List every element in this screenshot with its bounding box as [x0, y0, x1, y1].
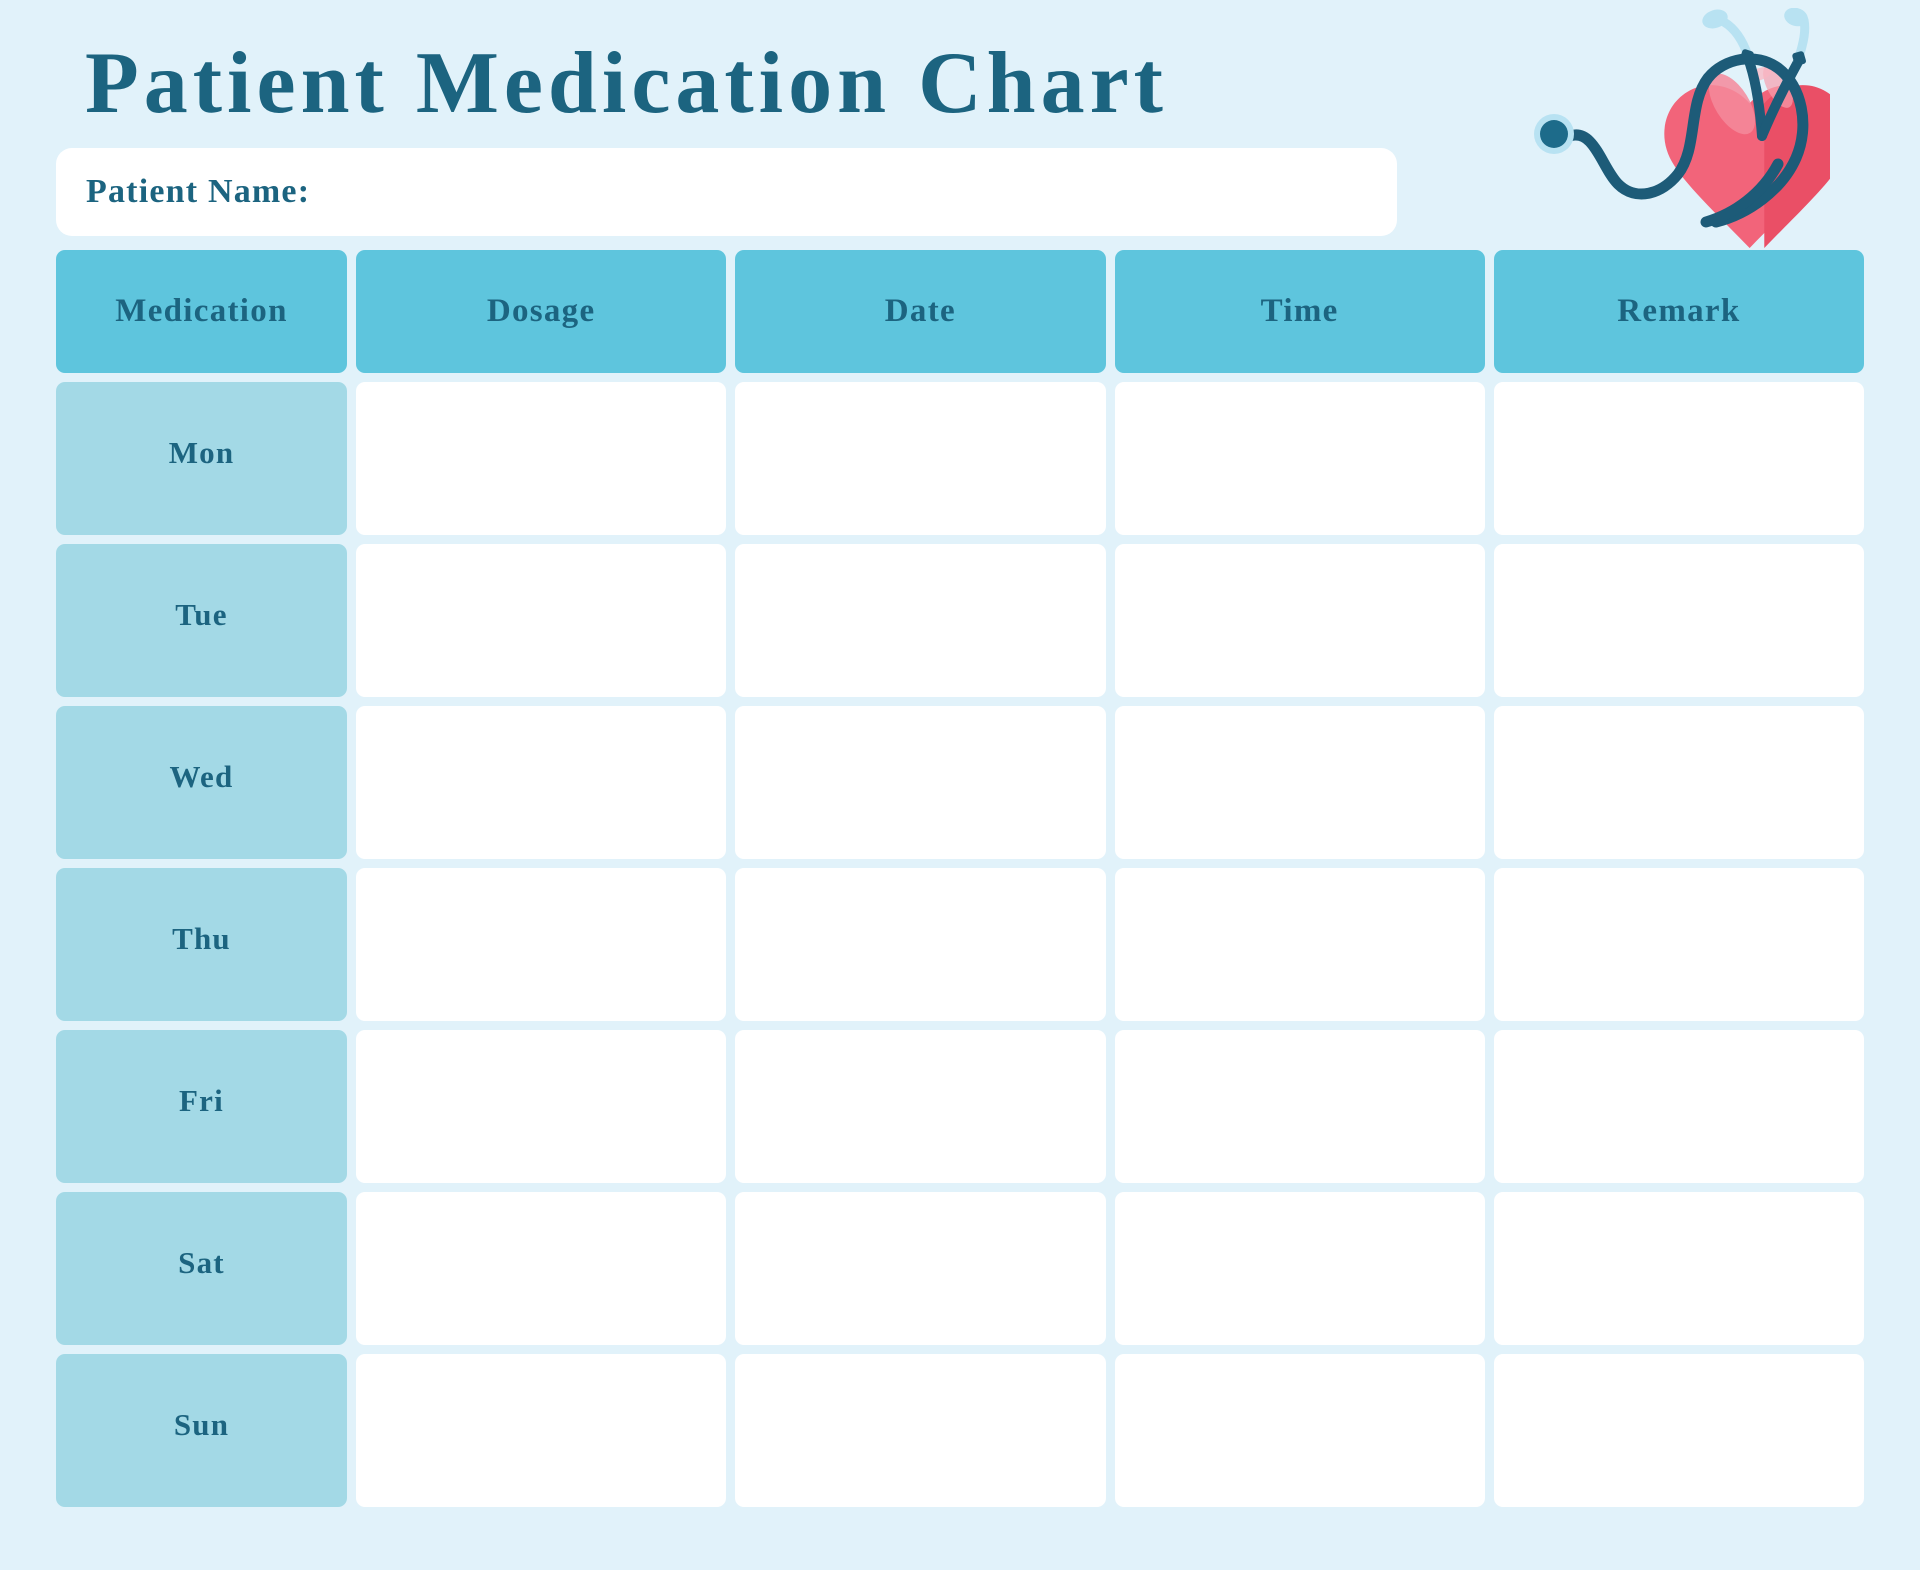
column-header-dosage: Dosage — [356, 250, 727, 373]
date-input-wed[interactable] — [735, 706, 1106, 859]
day-label-cell-tue: Tue — [56, 544, 347, 697]
entry-cell-remark-wed[interactable] — [1493, 706, 1864, 859]
entry-cell-dosage-thu[interactable] — [356, 868, 727, 1021]
day-label: Wed — [169, 758, 234, 794]
entry-cell-remark-thu[interactable] — [1493, 868, 1864, 1021]
medication-table: Medication Dosage Date Time Remark Mon T… — [56, 250, 1864, 1507]
table-row: Tue — [56, 544, 1864, 697]
entry-cell-dosage-fri[interactable] — [356, 1030, 727, 1183]
column-header-label: Dosage — [486, 293, 596, 329]
entry-cell-remark-sat[interactable] — [1493, 1192, 1864, 1345]
entry-cell-dosage-sat[interactable] — [356, 1192, 727, 1345]
remark-input-mon[interactable] — [1493, 382, 1864, 535]
column-header-time: Time — [1114, 250, 1485, 373]
entry-cell-date-wed[interactable] — [735, 706, 1106, 859]
entry-cell-time-tue[interactable] — [1114, 544, 1485, 697]
day-label: Fri — [179, 1082, 224, 1118]
remark-input-sat[interactable] — [1493, 1192, 1864, 1345]
table-row: Sun — [56, 1354, 1864, 1507]
entry-cell-date-tue[interactable] — [735, 544, 1106, 697]
date-input-tue[interactable] — [735, 544, 1106, 697]
entry-cell-date-sun[interactable] — [735, 1354, 1106, 1507]
dosage-input-thu[interactable] — [356, 868, 727, 1021]
time-input-fri[interactable] — [1114, 1030, 1485, 1183]
day-label-cell-thu: Thu — [56, 868, 347, 1021]
dosage-input-fri[interactable] — [356, 1030, 727, 1183]
column-header-label: Remark — [1617, 293, 1741, 329]
table-row: Thu — [56, 868, 1864, 1021]
dosage-input-sun[interactable] — [356, 1354, 727, 1507]
patient-name-label: Patient Name: — [86, 173, 311, 210]
entry-cell-time-sun[interactable] — [1114, 1354, 1485, 1507]
page-title: Patient Medication Chart — [85, 35, 1168, 132]
time-input-wed[interactable] — [1114, 706, 1485, 859]
entry-cell-time-fri[interactable] — [1114, 1030, 1485, 1183]
column-header-label: Time — [1260, 293, 1339, 329]
time-input-tue[interactable] — [1114, 544, 1485, 697]
day-label-cell-sat: Sat — [56, 1192, 347, 1345]
entry-cell-dosage-tue[interactable] — [356, 544, 727, 697]
entry-cell-time-sat[interactable] — [1114, 1192, 1485, 1345]
entry-cell-dosage-sun[interactable] — [356, 1354, 727, 1507]
table-header-row: Medication Dosage Date Time Remark — [56, 250, 1864, 373]
dosage-input-mon[interactable] — [356, 382, 727, 535]
day-label-cell-wed: Wed — [56, 706, 347, 859]
column-header-label: Medication — [115, 293, 288, 329]
date-input-sat[interactable] — [735, 1192, 1106, 1345]
day-label-cell-sun: Sun — [56, 1354, 347, 1507]
medication-chart-page: Patient Medication Chart Patient Name: M… — [0, 0, 1920, 1570]
entry-cell-remark-tue[interactable] — [1493, 544, 1864, 697]
remark-input-fri[interactable] — [1493, 1030, 1864, 1183]
entry-cell-dosage-wed[interactable] — [356, 706, 727, 859]
entry-cell-remark-mon[interactable] — [1493, 382, 1864, 535]
day-label: Sun — [173, 1406, 230, 1442]
entry-cell-date-mon[interactable] — [735, 382, 1106, 535]
column-header-remark: Remark — [1493, 250, 1864, 373]
patient-name-input[interactable] — [310, 162, 1397, 222]
remark-input-thu[interactable] — [1493, 868, 1864, 1021]
time-input-sat[interactable] — [1114, 1192, 1485, 1345]
day-label: Sat — [178, 1244, 225, 1280]
entry-cell-date-sat[interactable] — [735, 1192, 1106, 1345]
heart-with-stethoscope-icon — [1510, 7, 1850, 249]
day-label: Mon — [168, 434, 235, 470]
day-label: Thu — [172, 920, 231, 956]
column-header-date: Date — [735, 250, 1106, 373]
column-header-medication: Medication — [56, 250, 347, 373]
time-input-mon[interactable] — [1114, 382, 1485, 535]
table-row: Sat — [56, 1192, 1864, 1345]
entry-cell-dosage-mon[interactable] — [356, 382, 727, 535]
table-row: Fri — [56, 1030, 1864, 1183]
day-label-cell-fri: Fri — [56, 1030, 347, 1183]
dosage-input-sat[interactable] — [356, 1192, 727, 1345]
day-label-cell-mon: Mon — [56, 382, 347, 535]
dosage-input-tue[interactable] — [356, 544, 727, 697]
column-header-label: Date — [884, 293, 956, 329]
table-row: Mon — [56, 382, 1864, 535]
date-input-fri[interactable] — [735, 1030, 1106, 1183]
entry-cell-remark-fri[interactable] — [1493, 1030, 1864, 1183]
page-header: Patient Medication Chart Patient Name: — [56, 0, 1864, 250]
time-input-sun[interactable] — [1114, 1354, 1485, 1507]
entry-cell-remark-sun[interactable] — [1493, 1354, 1864, 1507]
dosage-input-wed[interactable] — [356, 706, 727, 859]
time-input-thu[interactable] — [1114, 868, 1485, 1021]
entry-cell-time-mon[interactable] — [1114, 382, 1485, 535]
entry-cell-time-wed[interactable] — [1114, 706, 1485, 859]
entry-cell-date-thu[interactable] — [735, 868, 1106, 1021]
table-row: Wed — [56, 706, 1864, 859]
remark-input-tue[interactable] — [1493, 544, 1864, 697]
day-label: Tue — [175, 596, 228, 632]
remark-input-sun[interactable] — [1493, 1354, 1864, 1507]
patient-name-field[interactable]: Patient Name: — [56, 148, 1397, 236]
entry-cell-date-fri[interactable] — [735, 1030, 1106, 1183]
entry-cell-time-thu[interactable] — [1114, 868, 1485, 1021]
date-input-mon[interactable] — [735, 382, 1106, 535]
date-input-sun[interactable] — [735, 1354, 1106, 1507]
remark-input-wed[interactable] — [1493, 706, 1864, 859]
date-input-thu[interactable] — [735, 868, 1106, 1021]
